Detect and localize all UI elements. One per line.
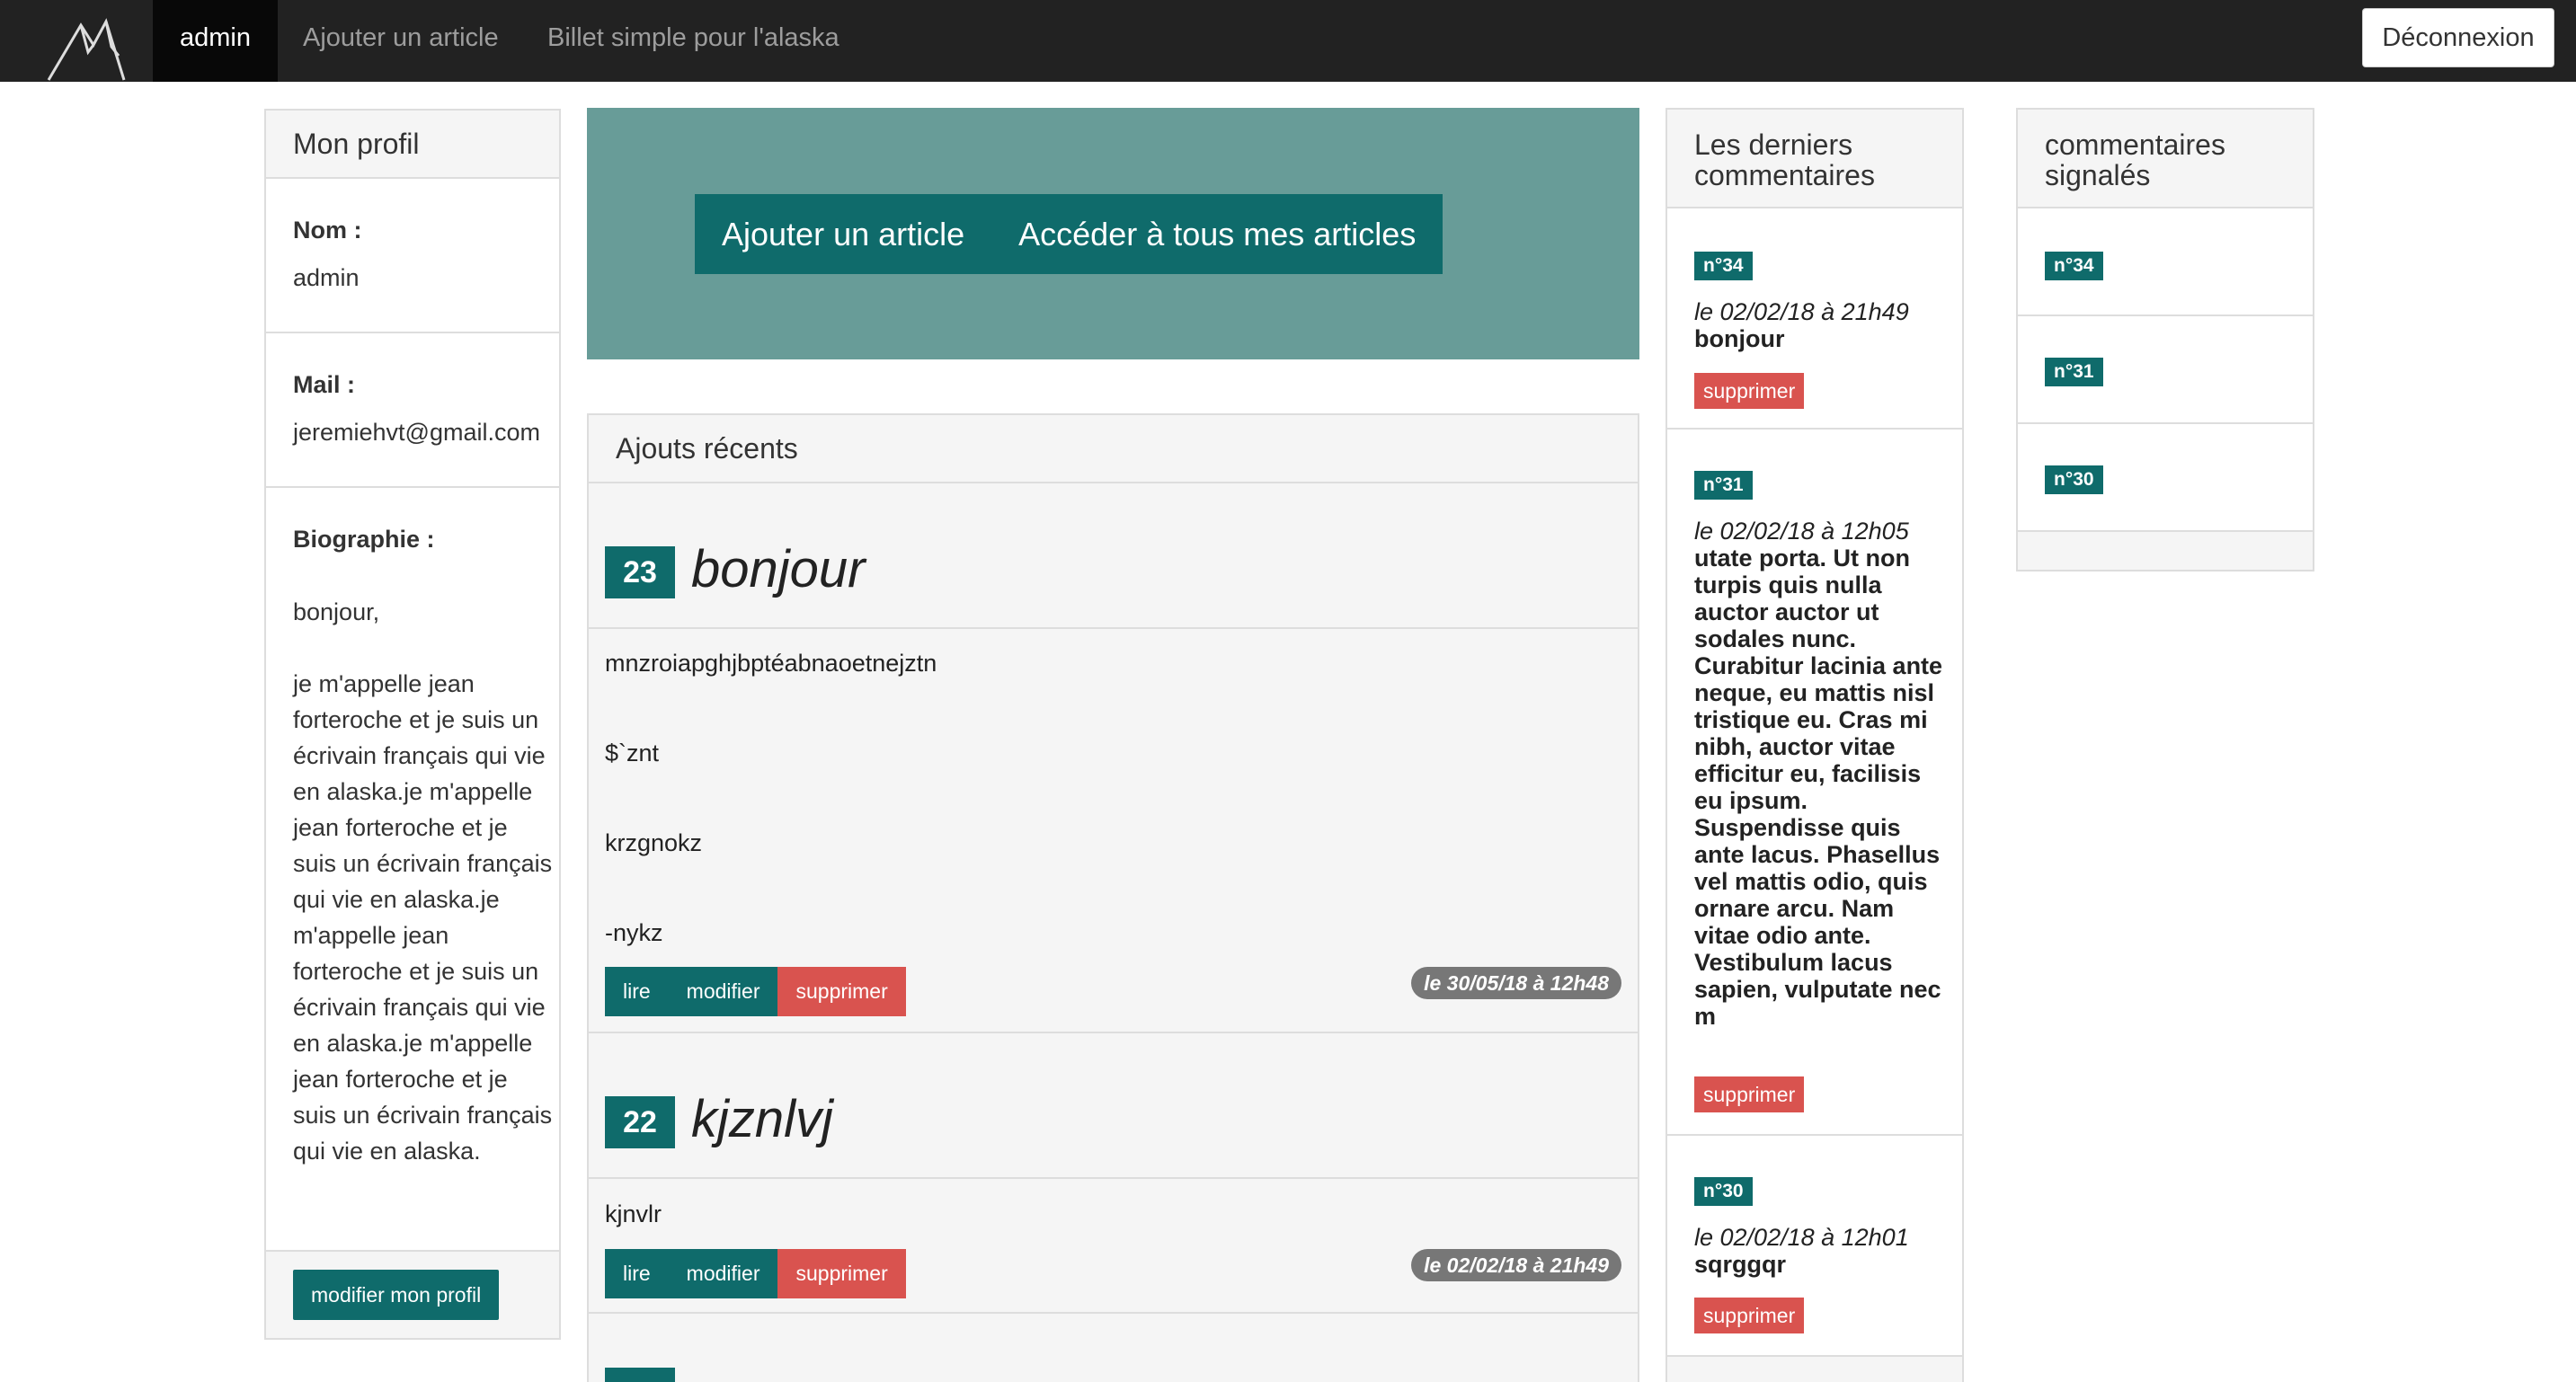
bio-label: Biographie : — [293, 526, 435, 553]
name-label: Nom : — [293, 217, 362, 244]
article-number-badge: 22 — [605, 1096, 675, 1148]
article-title: kjznlvj — [691, 1090, 833, 1148]
comment-item: n°30 le 02/02/18 à 12h01 sqrggqr supprim… — [1667, 1136, 1962, 1357]
comment-date: le 02/02/18 à 12h05 — [1694, 518, 1909, 545]
article-item: 23 bonjour mnzroiapghjbptéabnaoetnejztn … — [589, 483, 1638, 1033]
comment-date: le 02/02/18 à 21h49 — [1694, 298, 1909, 325]
reported-panel-heading: commentaires signalés — [2018, 110, 2313, 208]
nav-item-add-article[interactable]: Ajouter un article — [276, 0, 526, 82]
profile-panel-heading: Mon profil — [266, 111, 559, 179]
comment-text: utate porta. Ut non turpis quis nulla au… — [1694, 545, 1943, 1030]
read-button[interactable]: lire — [605, 1249, 669, 1298]
reported-item[interactable]: n°34 — [2018, 208, 2313, 316]
reported-number-badge: n°30 — [2045, 465, 2103, 494]
comment-text: sqrggqr — [1694, 1251, 1787, 1278]
comment-date: le 02/02/18 à 12h01 — [1694, 1224, 1909, 1251]
comment-item: n°34 le 02/02/18 à 21h49 bonjour supprim… — [1667, 208, 1962, 430]
comment-delete-button[interactable]: supprimer — [1694, 1298, 1805, 1333]
comment-item: n°31 le 02/02/18 à 12h05 utate porta. Ut… — [1667, 430, 1962, 1136]
recent-panel-heading: Ajouts récents — [589, 415, 1638, 483]
recent-title: Ajouts récents — [616, 432, 798, 465]
comments-panel-heading: Les derniers commentaires — [1667, 110, 1962, 208]
last-comments-panel: Les derniers commentaires n°34 le 02/02/… — [1666, 108, 1964, 1382]
profile-bio-section: Biographie : bonjour, je m'appelle jean … — [266, 488, 559, 1252]
article-line: -nykz — [605, 919, 663, 946]
comment-delete-button[interactable]: supprimer — [1694, 1076, 1805, 1112]
article-divider — [589, 1312, 1638, 1314]
article-header: 23 bonjour — [589, 483, 1638, 629]
article-number-badge — [605, 1368, 675, 1382]
nav-item-admin[interactable]: admin — [153, 0, 278, 82]
read-button[interactable]: lire — [605, 967, 669, 1016]
profile-mail-section: Mail : jeremiehvt@gmail.com — [266, 333, 559, 488]
article-line: krzgnokz — [605, 829, 703, 856]
reported-number-badge: n°31 — [2045, 358, 2103, 386]
profile-name-section: Nom : admin — [266, 179, 559, 333]
comment-delete-button[interactable]: supprimer — [1694, 373, 1805, 409]
profile-panel: Mon profil Nom : admin Mail : jeremiehvt… — [264, 109, 561, 1340]
actions-jumbotron: Ajouter un article Accéder à tous mes ar… — [587, 108, 1639, 359]
article-line: kjnvlr — [605, 1200, 662, 1227]
top-navbar: admin Ajouter un article Billet simple p… — [0, 0, 2576, 82]
reported-item[interactable]: n°31 — [2018, 316, 2313, 424]
article-line: $`znt — [605, 740, 660, 766]
edit-button[interactable]: modifier — [668, 1249, 778, 1298]
reported-title: commentaires signalés — [2045, 128, 2225, 191]
article-date-badge: le 02/02/18 à 21h49 — [1411, 1249, 1621, 1281]
delete-button[interactable]: supprimer — [777, 967, 906, 1016]
reported-number-badge: n°34 — [2045, 252, 2103, 280]
name-value: admin — [293, 264, 360, 291]
delete-button[interactable]: supprimer — [777, 1249, 906, 1298]
article-number-badge: 23 — [605, 546, 675, 598]
comment-number-badge: n°30 — [1694, 1177, 1753, 1206]
article-date-badge: le 30/05/18 à 12h48 — [1411, 967, 1621, 999]
all-articles-button[interactable]: Accéder à tous mes articles — [991, 194, 1443, 274]
actions-button-group: Ajouter un article Accéder à tous mes ar… — [695, 194, 1443, 274]
comment-text: bonjour — [1694, 325, 1785, 352]
nav-item-blog-title[interactable]: Billet simple pour l'alaska — [520, 0, 866, 82]
article-item: 22 kjznlvj kjnvlr lire modifier supprime… — [589, 1033, 1638, 1314]
profile-title: Mon profil — [293, 128, 420, 160]
comment-number-badge: n°34 — [1694, 252, 1753, 280]
article-title: bonjour — [691, 540, 866, 598]
comment-number-badge: n°31 — [1694, 471, 1753, 500]
article-actions: lire modifier supprimer — [605, 967, 906, 1016]
add-article-button[interactable]: Ajouter un article — [695, 194, 991, 274]
comments-title: Les derniers commentaires — [1694, 128, 1875, 191]
bio-value: bonjour, je m'appelle jean forteroche et… — [293, 598, 553, 1165]
edit-button[interactable]: modifier — [668, 967, 778, 1016]
mountain-icon[interactable] — [36, 0, 153, 82]
mail-label: Mail : — [293, 371, 356, 398]
logout-button[interactable]: Déconnexion — [2362, 8, 2554, 67]
article-line: mnzroiapghjbptéabnaoetnejztn — [605, 650, 937, 677]
article-header: 22 kjznlvj — [589, 1033, 1638, 1179]
recent-articles-panel: Ajouts récents 23 bonjour mnzroiapghjbpt… — [587, 413, 1639, 1382]
reported-item[interactable]: n°30 — [2018, 424, 2313, 532]
mail-value: jeremiehvt@gmail.com — [293, 419, 540, 446]
reported-comments-panel: commentaires signalés n°34 n°31 n°30 — [2016, 108, 2314, 571]
article-actions: lire modifier supprimer — [605, 1249, 906, 1298]
edit-profile-button[interactable]: modifier mon profil — [293, 1270, 500, 1320]
